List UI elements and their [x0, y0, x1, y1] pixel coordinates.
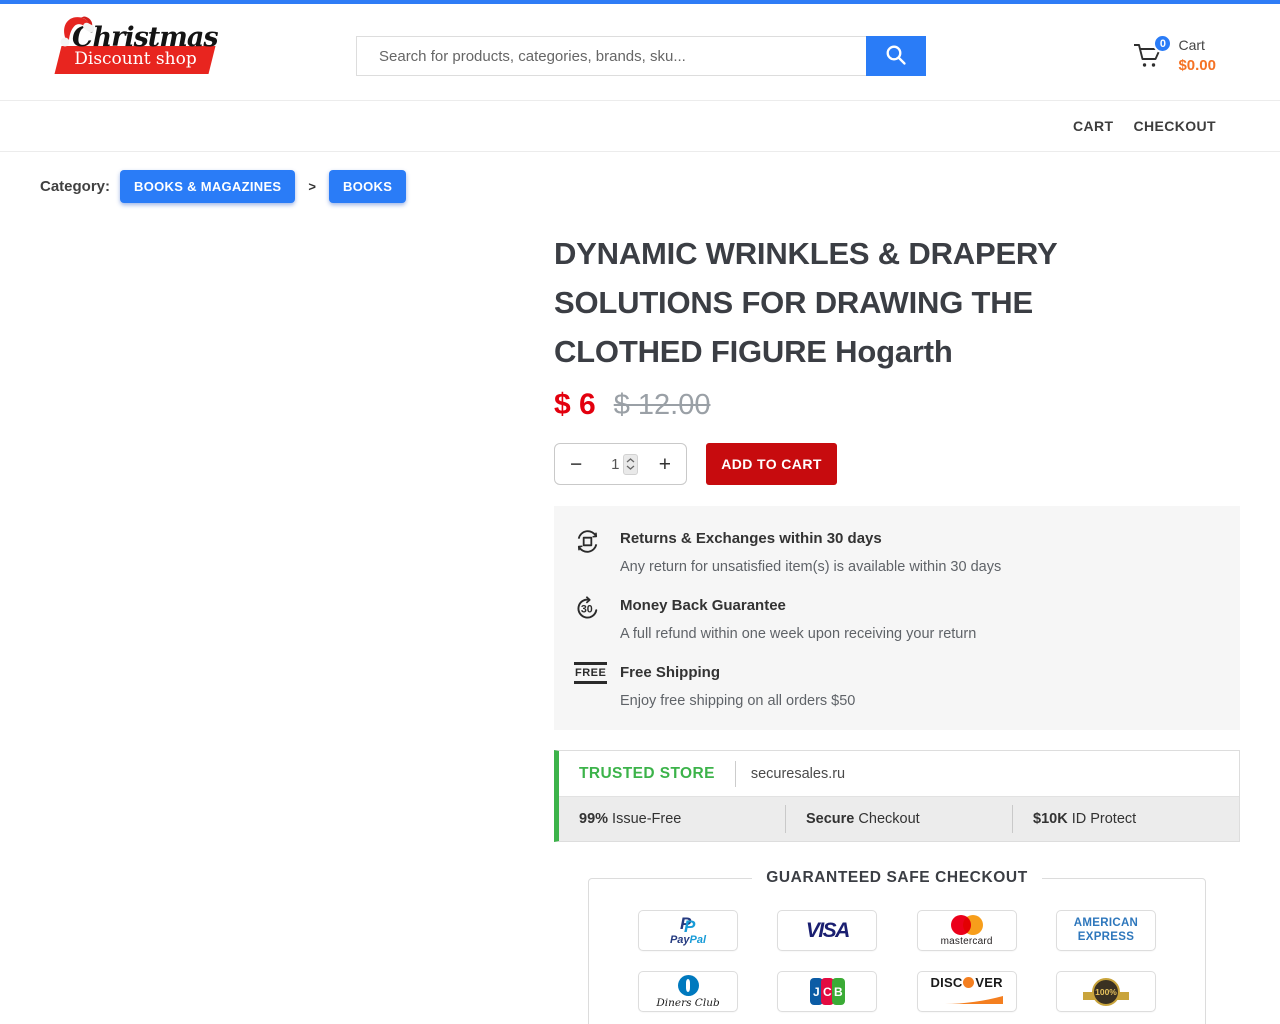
breadcrumb-item-books-magazines[interactable]: BOOKS & MAGAZINES [120, 170, 295, 203]
product-info: DYNAMIC WRINKLES & DRAPERY SOLUTIONS FOR… [554, 229, 1240, 1024]
visa-logo: VISA [777, 910, 877, 951]
santa-hat-icon [54, 12, 94, 55]
stat-id-protect: $10K ID Protect [1013, 811, 1239, 827]
trusted-stats-strip: 99% Issue-Free Secure Checkout $10K ID P… [559, 796, 1239, 841]
guarantee-badge-logo: 100% [1056, 971, 1156, 1012]
old-price: $ 12.00 [614, 389, 711, 422]
diners-club-logo: Diners Club [638, 971, 738, 1012]
quantity-spinner[interactable] [623, 454, 638, 475]
returns-icon [574, 527, 620, 575]
trusted-store-panel: TRUSTED STORE securesales.ru 99% Issue-F… [554, 750, 1240, 842]
nav-link-cart[interactable]: CART [1073, 118, 1113, 134]
header: Christmas Discount shop 0 Cart [0, 4, 1280, 100]
current-price: $ 6 [554, 388, 596, 422]
benefit-title: Money Back Guarantee [620, 594, 976, 614]
quantity-stepper: − + [554, 443, 687, 485]
main-content: DYNAMIC WRINKLES & DRAPERY SOLUTIONS FOR… [0, 229, 1280, 1024]
benefit-title: Free Shipping [620, 661, 855, 681]
store-domain: securesales.ru [736, 766, 860, 782]
stat-issue-free: 99% Issue-Free [559, 811, 785, 827]
product-image-area [40, 229, 554, 1024]
store-logo[interactable]: Christmas Discount shop [56, 22, 218, 74]
search-bar [356, 36, 926, 76]
price-row: $ 6 $ 12.00 [554, 388, 1240, 422]
benefit-money-back: 30 Money Back Guarantee A full refund wi… [554, 594, 1240, 642]
benefit-desc: Enjoy free shipping on all orders $50 [620, 693, 855, 709]
secondary-nav: CART CHECKOUT [0, 100, 1280, 152]
add-to-cart-button[interactable]: ADD TO CART [706, 443, 837, 485]
paypal-logo: PP PayPal [638, 910, 738, 951]
buy-row: − + ADD TO CART [554, 443, 1240, 485]
benefit-title: Returns & Exchanges within 30 days [620, 527, 1001, 547]
safe-checkout-title: GUARANTEED SAFE CHECKOUT [752, 869, 1042, 887]
breadcrumb-item-books[interactable]: BOOKS [329, 170, 406, 203]
mastercard-logo: mastercard [917, 910, 1017, 951]
cart-total: $0.00 [1178, 57, 1216, 74]
cart-widget[interactable]: 0 Cart $0.00 [1132, 37, 1216, 75]
search-input[interactable] [356, 36, 866, 76]
trusted-store-title: TRUSTED STORE [559, 765, 735, 783]
safe-checkout-panel: GUARANTEED SAFE CHECKOUT PP PayPal VISA … [588, 869, 1206, 1024]
breadcrumb-label: Category: [40, 178, 110, 195]
benefits-panel: Returns & Exchanges within 30 days Any r… [554, 506, 1240, 730]
benefit-free-shipping: FREE Free Shipping Enjoy free shipping o… [554, 661, 1240, 709]
free-shipping-icon: FREE [574, 661, 620, 709]
benefit-desc: A full refund within one week upon recei… [620, 626, 976, 642]
benefit-returns: Returns & Exchanges within 30 days Any r… [554, 527, 1240, 575]
discover-logo: DISCVER [917, 971, 1017, 1012]
search-icon [884, 43, 908, 70]
quantity-input[interactable] [604, 456, 620, 473]
search-button[interactable] [866, 36, 926, 76]
breadcrumb: Category: BOOKS & MAGAZINES > BOOKS [40, 170, 1280, 203]
jcb-logo: JCB [777, 971, 877, 1012]
nav-link-checkout[interactable]: CHECKOUT [1133, 118, 1216, 134]
payment-methods-grid: PP PayPal VISA mastercard AMERICANEXPRES… [589, 897, 1205, 1024]
product-title: DYNAMIC WRINKLES & DRAPERY SOLUTIONS FOR… [554, 229, 1154, 376]
money-back-icon: 30 [574, 594, 620, 642]
cart-icon [1132, 57, 1164, 74]
quantity-decrease-button[interactable]: − [570, 454, 582, 475]
cart-label: Cart [1178, 37, 1216, 53]
breadcrumb-separator: > [308, 179, 316, 194]
benefit-desc: Any return for unsatisfied item(s) is av… [620, 559, 1001, 575]
stat-secure-checkout: Secure Checkout [786, 811, 1012, 827]
quantity-increase-button[interactable]: + [659, 454, 671, 475]
svg-text:30: 30 [581, 604, 593, 616]
cart-count-badge: 0 [1153, 34, 1172, 53]
amex-logo: AMERICANEXPRESS [1056, 910, 1156, 951]
